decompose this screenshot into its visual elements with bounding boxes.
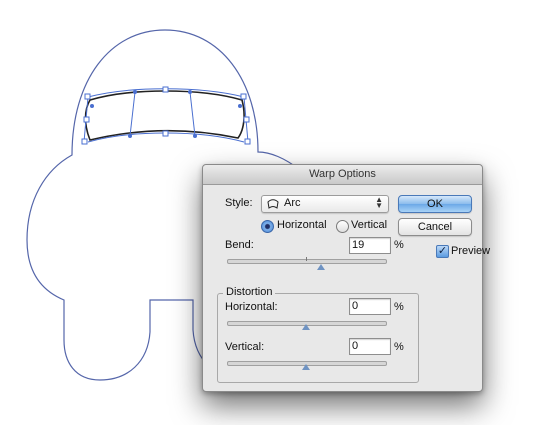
chevron-updown-icon: ▲ ▼ bbox=[375, 195, 383, 210]
distortion-horizontal-label: Horizontal: bbox=[225, 301, 278, 313]
dialog-title: Warp Options bbox=[203, 165, 482, 185]
distortion-vertical-unit: % bbox=[394, 341, 404, 353]
bend-slider-thumb[interactable] bbox=[317, 264, 325, 270]
distortion-title: Distortion bbox=[223, 286, 276, 298]
style-select[interactable]: Arc ▲ ▼ bbox=[261, 195, 389, 213]
distortion-vertical-field[interactable]: 0 bbox=[349, 338, 391, 355]
distortion-vertical-label: Vertical: bbox=[225, 341, 265, 353]
bend-value-field[interactable]: 19 bbox=[349, 237, 391, 254]
style-value: Arc bbox=[284, 197, 301, 209]
bend-unit: % bbox=[394, 239, 404, 251]
bend-label: Bend: bbox=[225, 239, 254, 251]
cancel-button[interactable]: Cancel bbox=[398, 218, 472, 236]
bend-center-tick bbox=[306, 257, 307, 261]
preview-checkbox[interactable]: ✓ bbox=[436, 245, 449, 258]
vertical-radio-label: Vertical bbox=[351, 219, 388, 231]
ok-button[interactable]: OK bbox=[398, 195, 472, 213]
vertical-radio[interactable] bbox=[336, 220, 349, 233]
bend-slider-track[interactable] bbox=[227, 259, 387, 264]
checkmark-icon: ✓ bbox=[437, 245, 448, 257]
distortion-vertical-slider-thumb[interactable] bbox=[302, 364, 310, 370]
style-label: Style: bbox=[225, 197, 253, 209]
warp-options-dialog: Warp Options Style: Arc ▲ ▼ Horizontal Ve… bbox=[202, 164, 490, 392]
preview-label: Preview bbox=[451, 245, 491, 257]
distortion-horizontal-slider-thumb[interactable] bbox=[302, 324, 310, 330]
distortion-horizontal-field[interactable]: 0 bbox=[349, 298, 391, 315]
distortion-horizontal-unit: % bbox=[394, 301, 404, 313]
horizontal-radio[interactable] bbox=[261, 220, 274, 233]
horizontal-radio-label: Horizontal bbox=[277, 219, 327, 231]
arc-icon bbox=[267, 199, 279, 209]
